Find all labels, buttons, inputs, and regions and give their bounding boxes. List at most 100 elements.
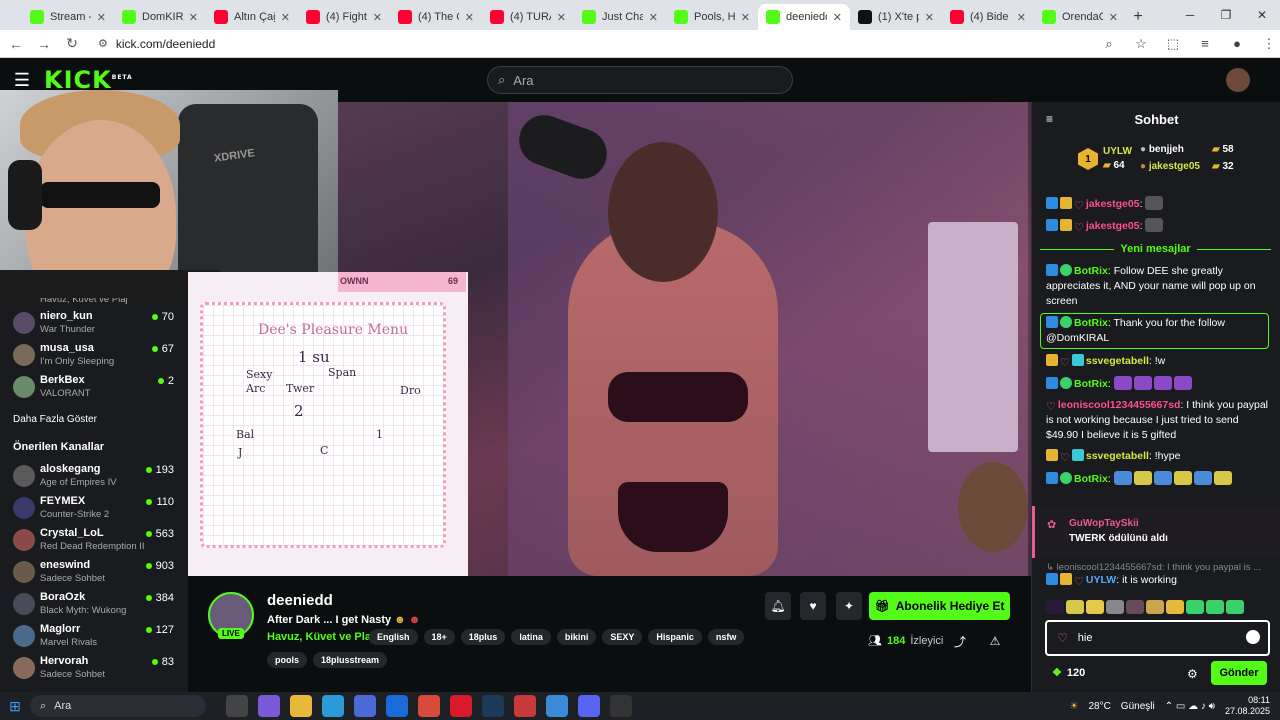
app-icon[interactable] xyxy=(514,695,536,717)
steam-icon[interactable] xyxy=(482,695,504,717)
taskbar-search[interactable]: ⌕ Ara xyxy=(30,695,206,717)
stream-tag[interactable]: pools xyxy=(267,652,307,668)
stream-tag[interactable]: SEXY xyxy=(602,629,643,645)
obs-icon[interactable] xyxy=(610,695,632,717)
close-tab-icon[interactable]: ✕ xyxy=(465,11,474,24)
store-icon[interactable] xyxy=(354,695,376,717)
close-tab-icon[interactable]: ✕ xyxy=(649,11,658,24)
share-icon[interactable]: ⤴ xyxy=(951,632,969,650)
close-tab-icon[interactable]: ✕ xyxy=(1109,11,1118,24)
discord-icon[interactable] xyxy=(578,695,600,717)
stream-category[interactable]: Havuz, Küvet ve Plaj xyxy=(267,631,374,643)
chat-settings-icon[interactable]: ⚙ xyxy=(1187,667,1198,681)
stream-tag[interactable]: 18+ xyxy=(423,629,455,645)
user-avatar[interactable] xyxy=(1226,68,1250,92)
browser-tab[interactable]: OrendaOnsr ✕ xyxy=(1034,4,1126,30)
close-tab-icon[interactable]: ✕ xyxy=(833,11,842,24)
close-window-icon[interactable]: ✕ xyxy=(1244,0,1280,30)
stream-tag[interactable]: 18plusstream xyxy=(313,652,388,668)
extensions-icon[interactable]: ⬚ xyxy=(1162,33,1184,55)
stream-tag[interactable]: latina xyxy=(511,629,551,645)
url-field[interactable]: ⚙ kick.com/deeniedd xyxy=(90,33,1088,55)
gift-subscription-button[interactable]: 🎁︎ Abonelik Hediye Et xyxy=(869,592,1010,620)
sidebar-channel-item[interactable]: Hervorah Sadece Sohbet 83 xyxy=(0,655,188,685)
close-tab-icon[interactable]: ✕ xyxy=(925,11,934,24)
reload-icon[interactable]: ↻ xyxy=(60,32,84,56)
send-button[interactable]: Gönder xyxy=(1211,661,1267,685)
close-tab-icon[interactable]: ✕ xyxy=(97,11,106,24)
site-info-icon[interactable]: ⚙ xyxy=(98,37,108,50)
chrome-icon[interactable] xyxy=(418,695,440,717)
windows-taskbar: ⊞ ⌕ Ara ☀ 28°C Güneşli ⌃ ▭ ☁ ♪ 🔊︎ 08:11 … xyxy=(0,692,1280,720)
sidebar-channel-item[interactable]: Maglorr Marvel Rivals 127 xyxy=(0,623,188,653)
close-tab-icon[interactable]: ✕ xyxy=(1017,11,1026,24)
emote-bar[interactable] xyxy=(1046,600,1271,616)
browser-tab[interactable]: Pools, Hot Tu ✕ xyxy=(666,4,758,30)
browser-tab[interactable]: (4) Bide Sev ✕ xyxy=(942,4,1034,30)
close-tab-icon[interactable]: ✕ xyxy=(741,11,750,24)
tray-icons[interactable]: ⌃ ▭ ☁ ♪ 🔊︎ xyxy=(1165,701,1215,712)
notification-bell-button[interactable]: 🔔︎ xyxy=(765,592,791,620)
browser-tab[interactable]: (1) X'te plat ✕ xyxy=(850,4,942,30)
reading-list-icon[interactable]: ≡ xyxy=(1194,33,1216,55)
stream-tag[interactable]: 18plus xyxy=(460,629,506,645)
stream-tag[interactable]: English xyxy=(369,629,418,645)
new-tab-icon[interactable]: + xyxy=(1126,4,1150,30)
browser-menu-icon[interactable]: ⋮ xyxy=(1258,33,1280,55)
show-more-link[interactable]: Daha Fazla Göster xyxy=(13,414,97,425)
heart-icon[interactable]: ♡ xyxy=(1057,631,1068,645)
channel-name[interactable]: deeniedd xyxy=(267,592,333,609)
sidebar-channel-item[interactable]: musa_usa I'm Only Sleeping 67 xyxy=(0,342,188,372)
sidebar-channel-item[interactable]: Crystal_LoL Red Dead Redemption II 563 xyxy=(0,527,188,557)
tab-label: deeniedd xyxy=(786,11,827,23)
opera-icon[interactable] xyxy=(450,695,472,717)
app-icon[interactable] xyxy=(546,695,568,717)
stream-tag[interactable]: Hispanic xyxy=(648,629,702,645)
browser-tab[interactable]: Stream - Kick ✕ xyxy=(22,4,114,30)
channel-points[interactable]: ❖ 120 xyxy=(1052,666,1085,680)
close-tab-icon[interactable]: ✕ xyxy=(557,11,566,24)
file-explorer-icon[interactable] xyxy=(290,695,312,717)
close-tab-icon[interactable]: ✕ xyxy=(189,11,198,24)
stream-tag[interactable]: nsfw xyxy=(707,629,745,645)
back-icon[interactable]: ← xyxy=(4,32,28,56)
sidebar-channel-item[interactable]: FEYMEX Counter-Strike 2 110 xyxy=(0,495,188,525)
minimize-icon[interactable]: ─ xyxy=(1172,0,1208,30)
sidebar-channel-item[interactable]: niero_kun War Thunder 70 xyxy=(0,310,188,340)
browser-tab[interactable]: deeniedd ✕ xyxy=(758,4,850,30)
windows-start-icon[interactable]: ⊞ xyxy=(0,692,30,720)
close-tab-icon[interactable]: ✕ xyxy=(281,11,290,24)
edge-icon[interactable] xyxy=(322,695,344,717)
copilot-icon[interactable] xyxy=(258,695,280,717)
report-icon[interactable]: ⚠ xyxy=(986,632,1004,650)
clock[interactable]: 08:11 27.08.2025 xyxy=(1225,695,1270,717)
follow-button[interactable]: ♥ xyxy=(800,592,826,620)
browser-tab[interactable]: Altın Çağ'da ✕ xyxy=(206,4,298,30)
browser-tab[interactable]: Just Chatting ✕ xyxy=(574,4,666,30)
zoom-icon[interactable]: ⌕ xyxy=(1098,33,1120,55)
browser-tab[interactable]: (4) TURAN - ✕ xyxy=(482,4,574,30)
search-input[interactable]: ⌕ Ara xyxy=(487,66,793,94)
chat-input[interactable]: ♡ hie xyxy=(1045,620,1270,656)
bookmark-star-icon[interactable]: ☆ xyxy=(1130,33,1152,55)
restore-icon[interactable]: ❐ xyxy=(1208,0,1244,30)
address-bar: ← → ↻ ⚙ kick.com/deeniedd ⌕ ☆ ⬚ ≡ ● ⋮ xyxy=(0,30,1280,58)
task-view-icon[interactable] xyxy=(226,695,248,717)
sidebar-channel-item[interactable]: BerkBex VALORANT 2 xyxy=(0,374,188,404)
live-dot-icon xyxy=(146,499,153,505)
close-tab-icon[interactable]: ✕ xyxy=(373,11,382,24)
outlook-icon[interactable] xyxy=(386,695,408,717)
boost-button[interactable]: ✦ xyxy=(836,592,862,620)
sidebar-channel-category: War Thunder xyxy=(40,324,95,335)
browser-tab[interactable]: DomKIRAL ✕ xyxy=(114,4,206,30)
sidebar-channel-item[interactable]: BoraOzk Black Myth: Wukong 384 xyxy=(0,591,188,621)
sidebar-channel-item[interactable]: eneswind Sadece Sohbet 903 xyxy=(0,559,188,589)
browser-tab[interactable]: (4) Fight Club ✕ xyxy=(298,4,390,30)
collapse-chat-icon[interactable]: ≡ xyxy=(1046,112,1053,126)
sidebar-channel-item[interactable]: aloskegang Age of Empires IV 193 xyxy=(0,463,188,493)
profile-icon[interactable]: ● xyxy=(1226,33,1248,55)
browser-tab[interactable]: (4) The Chaw ✕ xyxy=(390,4,482,30)
stream-tag[interactable]: bikini xyxy=(556,629,597,645)
emoji-picker-icon[interactable] xyxy=(1246,630,1260,644)
forward-icon[interactable]: → xyxy=(32,32,56,56)
